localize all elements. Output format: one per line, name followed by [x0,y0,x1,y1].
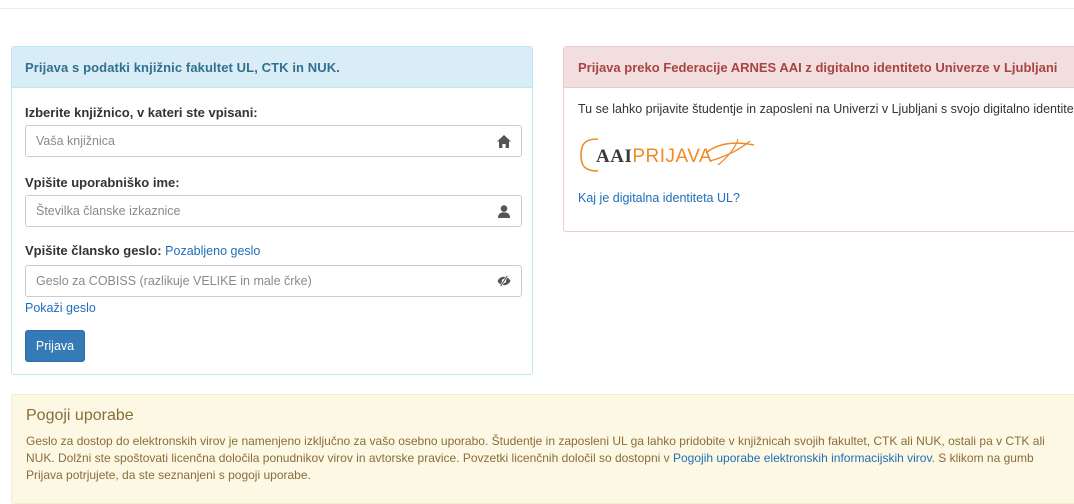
password-label-text: Vpišite člansko geslo: [25,243,162,258]
username-placeholder: Številka članske izkaznice [36,204,181,218]
arnes-login-panel: Prijava preko Federacije ARNES AAI z dig… [563,46,1074,232]
digital-identity-link[interactable]: Kaj je digitalna identiteta UL? [578,191,740,205]
eye-slash-icon[interactable] [497,274,511,288]
login-button[interactable]: Prijava [25,330,85,362]
library-login-title: Prijava s podatki knjižnic fakultet UL, … [12,47,532,88]
aai-prijava-logo[interactable]: AAIPRIJAVA [578,135,758,175]
terms-title: Pogoji uporabe [26,407,134,424]
library-placeholder: Vaša knjižnica [36,134,115,148]
top-divider [0,8,1074,9]
username-label: Vpišite uporabniško ime: [25,175,180,190]
logo-bold-text: AAI [596,146,633,167]
home-icon [497,134,511,148]
logo-light-text: PRIJAVA [632,146,713,167]
password-input[interactable]: Geslo za COBISS (razlikuje VELIKE in mal… [25,265,522,297]
library-select[interactable]: Vaša knjižnica [25,125,522,157]
arnes-description: Tu se lahko prijavite študentje in zapos… [578,102,1074,116]
password-placeholder: Geslo za COBISS (razlikuje VELIKE in mal… [36,274,312,288]
user-icon [497,204,511,218]
library-label: Izberite knjižnico, v kateri ste vpisani… [25,105,258,120]
aai-prijava-logo-text: AAIPRIJAVA [596,146,712,168]
username-input[interactable]: Številka članske izkaznice [25,195,522,227]
terms-panel: Pogoji uporabe Geslo za dostop do elektr… [11,394,1074,504]
forgot-password-link[interactable]: Pozabljeno geslo [165,244,260,258]
terms-link[interactable]: Pogojih uporabe elektronskih informacijs… [673,451,932,465]
show-password-link[interactable]: Pokaži geslo [25,301,96,315]
password-label: Vpišite člansko geslo: Pozabljeno geslo [25,243,260,258]
terms-text: Geslo za dostop do elektronskih virov je… [26,433,1066,484]
arnes-login-title: Prijava preko Federacije ARNES AAI z dig… [564,47,1074,88]
library-login-panel: Prijava s podatki knjižnic fakultet UL, … [11,46,533,375]
